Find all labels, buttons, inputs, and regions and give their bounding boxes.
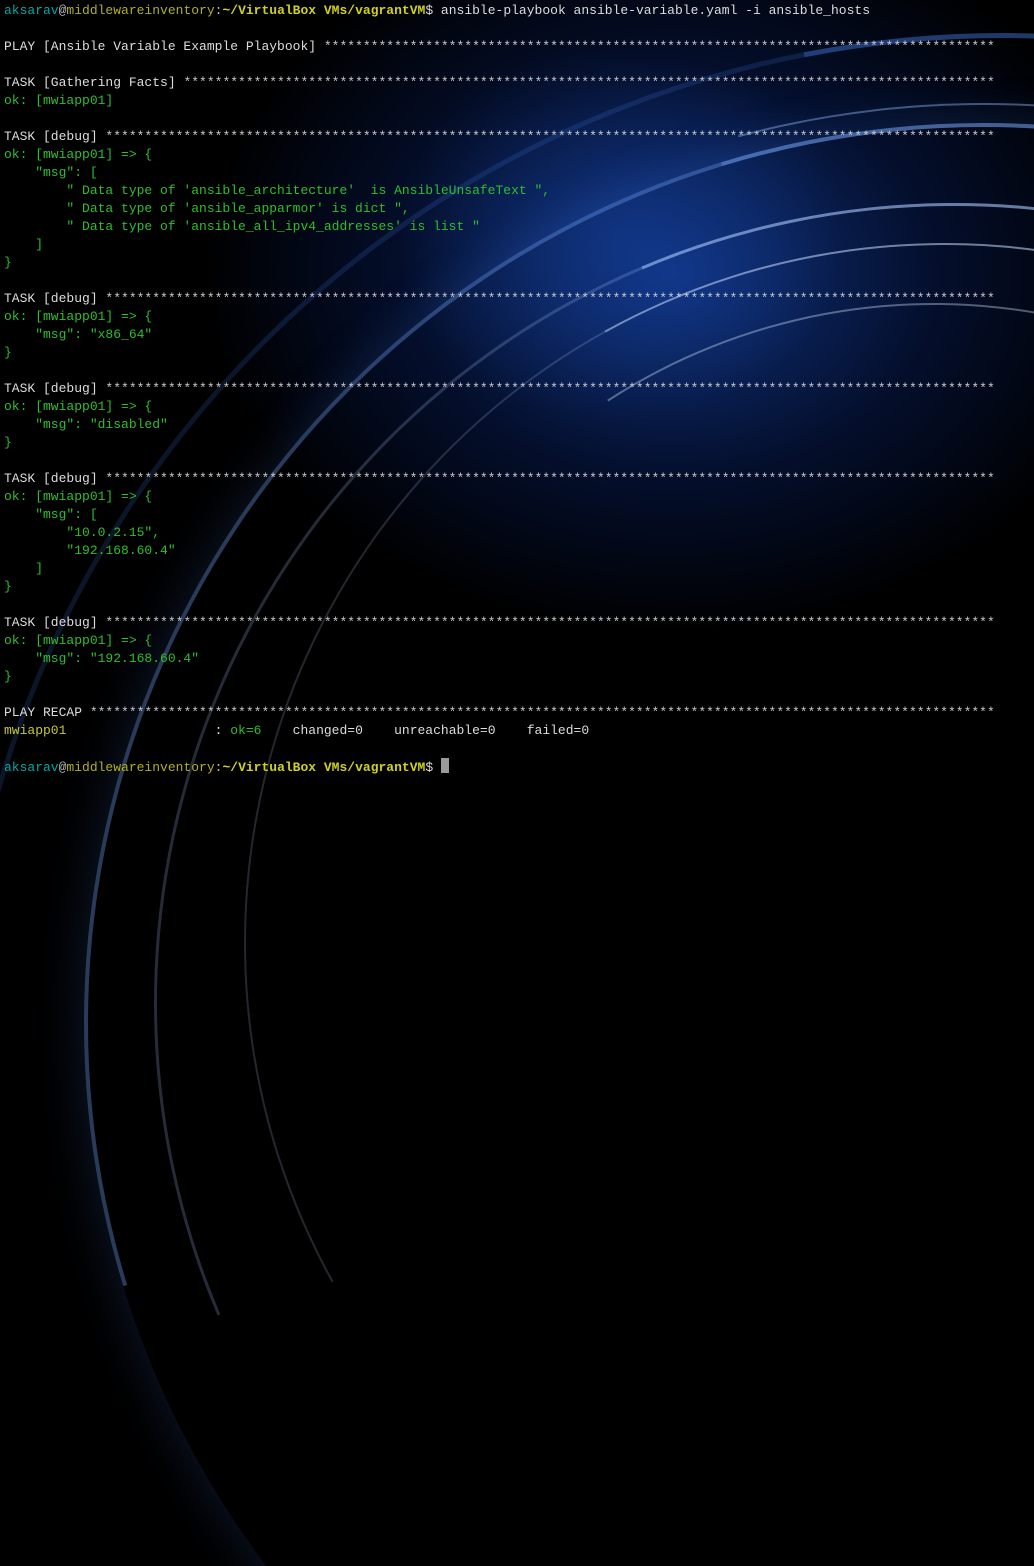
task-body-line: "msg": [: [4, 164, 1030, 182]
task-body-line: ]: [4, 236, 1030, 254]
task-body-line: ]: [4, 560, 1030, 578]
task-body-line: "msg": "192.168.60.4": [4, 650, 1030, 668]
task-header: TASK [debug] ***************************…: [4, 380, 1030, 398]
task-ok: ok: [mwiapp01] => {: [4, 632, 1030, 650]
recap-line: mwiapp01 : ok=6 changed=0 unreachable=0 …: [4, 722, 1030, 740]
task-body-line: }: [4, 578, 1030, 596]
task-body-line: " Data type of 'ansible_apparmor' is dic…: [4, 200, 1030, 218]
task-body-line: "10.0.2.15",: [4, 524, 1030, 542]
task-body-line: }: [4, 344, 1030, 362]
task-header: TASK [debug] ***************************…: [4, 290, 1030, 308]
task-body-line: " Data type of 'ansible_architecture' is…: [4, 182, 1030, 200]
task-body-line: "msg": "disabled": [4, 416, 1030, 434]
task-body-line: "msg": "x86_64": [4, 326, 1030, 344]
task-ok: ok: [mwiapp01] => {: [4, 146, 1030, 164]
task-body-line: }: [4, 254, 1030, 272]
task-body-line: }: [4, 434, 1030, 452]
task-body-line: }: [4, 668, 1030, 686]
task-body-line: "msg": [: [4, 506, 1030, 524]
task-header: TASK [debug] ***************************…: [4, 614, 1030, 632]
cursor: [441, 758, 449, 773]
task-header: TASK [debug] ***************************…: [4, 128, 1030, 146]
task-body-line: "192.168.60.4": [4, 542, 1030, 560]
prompt-line-idle[interactable]: aksarav@middlewareinventory:~/VirtualBox…: [4, 758, 1030, 777]
play-header: PLAY [Ansible Variable Example Playbook]…: [4, 38, 1030, 56]
task-ok: ok: [mwiapp01] => {: [4, 398, 1030, 416]
task-ok: ok: [mwiapp01] => {: [4, 308, 1030, 326]
task-header: TASK [Gathering Facts] *****************…: [4, 74, 1030, 92]
terminal-output[interactable]: aksarav@middlewareinventory:~/VirtualBox…: [0, 0, 1034, 779]
task-header: TASK [debug] ***************************…: [4, 470, 1030, 488]
recap-header: PLAY RECAP *****************************…: [4, 704, 1030, 722]
task-body-line: " Data type of 'ansible_all_ipv4_address…: [4, 218, 1030, 236]
prompt-line[interactable]: aksarav@middlewareinventory:~/VirtualBox…: [4, 2, 1030, 20]
task-ok: ok: [mwiapp01] => {: [4, 488, 1030, 506]
task-ok: ok: [mwiapp01]: [4, 92, 1030, 110]
